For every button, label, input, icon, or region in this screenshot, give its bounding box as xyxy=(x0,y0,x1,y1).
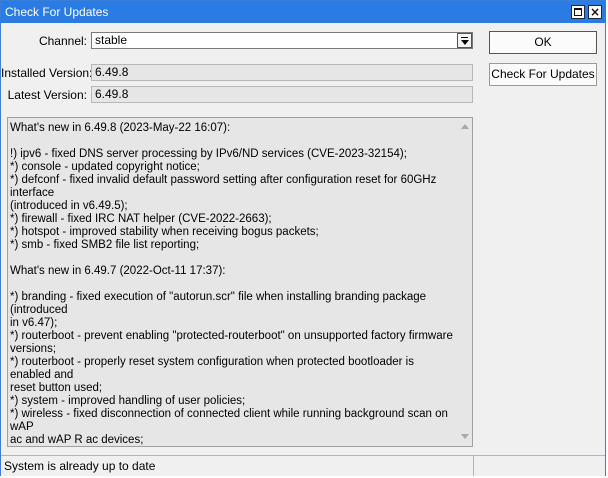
ok-button[interactable]: OK xyxy=(489,31,597,54)
installed-version-label: Installed Version: xyxy=(1,66,93,80)
window-title: Check For Updates xyxy=(5,5,109,19)
latest-version-field: 6.49.8 xyxy=(91,86,473,103)
release-notes-box[interactable]: What's new in 6.49.8 (2023-May-22 16:07)… xyxy=(7,117,473,447)
check-for-updates-button[interactable]: Check For Updates xyxy=(489,63,597,86)
status-divider xyxy=(473,456,474,476)
scroll-down-icon[interactable] xyxy=(461,434,469,439)
close-icon: × xyxy=(589,5,601,19)
status-text: System is already up to date xyxy=(4,459,156,473)
installed-version-value: 6.49.8 xyxy=(95,65,129,79)
release-notes-scrollbar[interactable] xyxy=(458,118,472,446)
check-for-updates-window: Check For Updates × Channel: stable Inst… xyxy=(0,0,606,476)
dropdown-arrow-icon xyxy=(461,40,469,45)
latest-version-value: 6.49.8 xyxy=(95,87,129,101)
release-notes-text: What's new in 6.49.8 (2023-May-22 16:07)… xyxy=(10,122,453,446)
scroll-up-icon[interactable] xyxy=(461,124,469,129)
status-bar: System is already up to date xyxy=(1,455,605,476)
channel-label: Channel: xyxy=(38,34,87,48)
dropdown-bar-icon xyxy=(461,37,468,38)
title-bar[interactable]: Check For Updates × xyxy=(1,1,605,23)
maximize-icon xyxy=(574,8,582,16)
channel-dropdown-button[interactable] xyxy=(457,33,472,48)
latest-version-label: Latest Version: xyxy=(7,88,87,102)
maximize-button[interactable] xyxy=(571,5,585,19)
close-button[interactable]: × xyxy=(588,5,602,19)
installed-version-field: 6.49.8 xyxy=(91,64,473,81)
channel-select[interactable]: stable xyxy=(91,32,473,49)
channel-value: stable xyxy=(95,33,128,47)
